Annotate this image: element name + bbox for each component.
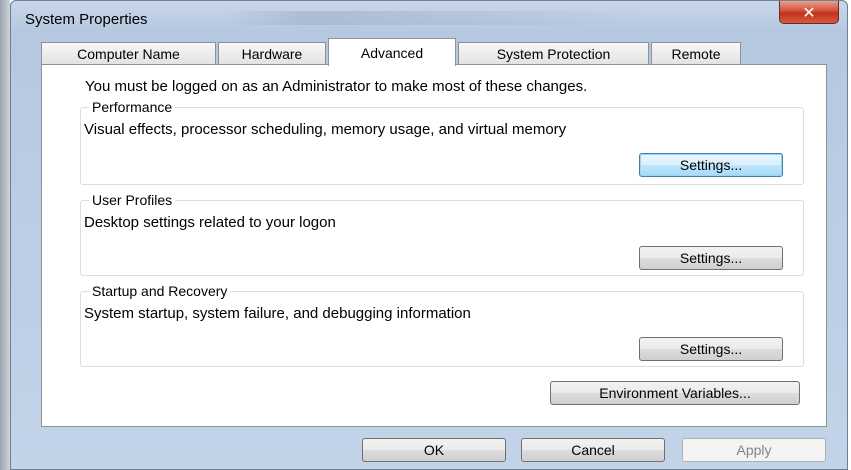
close-icon: ✕ xyxy=(802,2,816,22)
tab-label: Remote xyxy=(671,45,721,62)
tab-system-protection[interactable]: System Protection xyxy=(458,42,649,64)
tab-advanced[interactable]: Advanced xyxy=(328,38,456,66)
environment-variables-button[interactable]: Environment Variables... xyxy=(550,381,800,405)
system-properties-window: System Properties ✕ Computer Name Hardwa… xyxy=(10,0,848,470)
tab-computer-name[interactable]: Computer Name xyxy=(41,42,216,64)
user-profiles-description: Desktop settings related to your logon xyxy=(84,214,336,231)
administrator-notice: You must be logged on as an Administrato… xyxy=(85,78,588,95)
startup-recovery-group: Startup and Recovery System startup, sys… xyxy=(80,283,804,367)
performance-description: Visual effects, processor scheduling, me… xyxy=(84,121,567,138)
performance-group: Performance Visual effects, processor sc… xyxy=(80,99,804,185)
tab-label: Computer Name xyxy=(77,45,180,62)
tab-remote[interactable]: Remote xyxy=(651,42,741,64)
startup-recovery-description: System startup, system failure, and debu… xyxy=(84,305,471,322)
title-bar-blur xyxy=(221,11,651,25)
performance-title: Performance xyxy=(89,99,176,115)
tab-label: Advanced xyxy=(360,44,424,61)
user-profiles-settings-button[interactable]: Settings... xyxy=(639,246,783,270)
cancel-button[interactable]: Cancel xyxy=(521,438,665,462)
apply-button[interactable]: Apply xyxy=(682,438,826,462)
advanced-tab-panel: You must be logged on as an Administrato… xyxy=(41,64,827,427)
close-button[interactable]: ✕ xyxy=(779,1,839,24)
background-window-edge xyxy=(0,0,10,470)
tab-label: Hardware xyxy=(241,45,303,62)
title-bar[interactable]: System Properties ✕ xyxy=(11,1,847,35)
performance-settings-button[interactable]: Settings... xyxy=(639,153,783,177)
user-profiles-group: User Profiles Desktop settings related t… xyxy=(80,192,804,276)
user-profiles-title: User Profiles xyxy=(89,192,176,208)
window-title: System Properties xyxy=(25,11,148,28)
startup-recovery-title: Startup and Recovery xyxy=(89,283,231,299)
startup-recovery-settings-button[interactable]: Settings... xyxy=(639,337,783,361)
tab-hardware[interactable]: Hardware xyxy=(218,42,326,64)
ok-button[interactable]: OK xyxy=(362,438,506,462)
tab-label: System Protection xyxy=(496,45,611,62)
